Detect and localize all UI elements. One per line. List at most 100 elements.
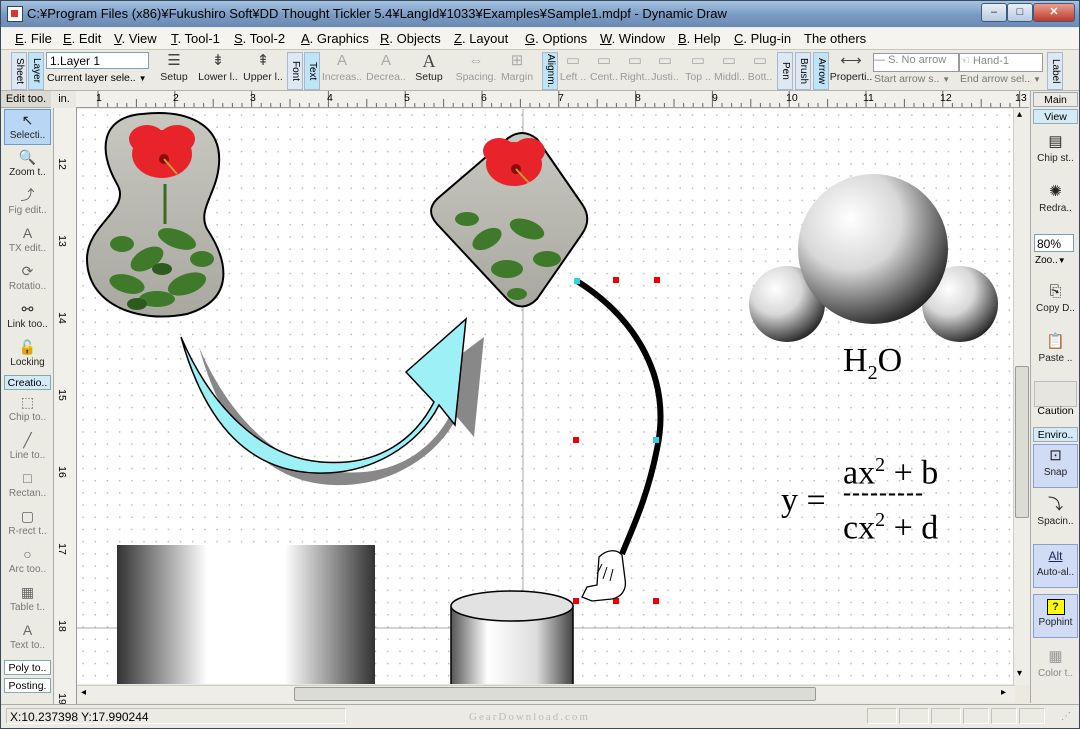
alignment-tab[interactable]: Alignm.: [542, 52, 558, 90]
text-tool[interactable]: A Text to..: [4, 620, 51, 656]
zoom-tool[interactable]: 🔍 Zoom t..: [4, 147, 51, 183]
title-bar[interactable]: C:¥Program Files (x86)¥Fukushiro Soft¥DD…: [1, 1, 1079, 27]
close-button[interactable]: ✕: [1033, 3, 1075, 22]
vertical-scroll-thumb[interactable]: [1015, 366, 1029, 518]
zoom-dropdown[interactable]: Zoo..▼: [1035, 255, 1066, 266]
start-arrow-select[interactable]: — S. No arrow: [873, 53, 959, 72]
font-tab[interactable]: Font: [287, 52, 303, 90]
selection-handle[interactable]: [653, 598, 659, 604]
layer-select[interactable]: 1.Layer 1: [46, 52, 149, 69]
brush-tab[interactable]: Brush: [795, 52, 811, 90]
scroll-right-icon[interactable]: ▸: [1001, 687, 1006, 698]
justify-button[interactable]: ▭ Justi..: [650, 51, 680, 89]
pophint-toggle[interactable]: ? Pophint: [1033, 594, 1078, 638]
text-tab[interactable]: Text: [304, 52, 320, 90]
spacing-toggle[interactable]: ⤵ Spacin..: [1033, 494, 1078, 538]
menu-graphics[interactable]: A. Graphics: [301, 31, 369, 46]
locking-tool[interactable]: 🔓 Locking: [4, 337, 51, 373]
flower-image-2[interactable]: [430, 132, 589, 308]
curved-line-shape[interactable]: [573, 277, 664, 604]
selection-handle[interactable]: [573, 598, 579, 604]
pen-tab[interactable]: Pen: [777, 52, 793, 90]
copy-drawing-button[interactable]: ⎘ Copy D..: [1033, 281, 1078, 325]
menu-help[interactable]: B. Help: [678, 31, 721, 46]
align-right-button[interactable]: ▭ Right..: [620, 51, 650, 89]
layer-tab[interactable]: Layer: [28, 52, 44, 90]
cylinder-shape[interactable]: [450, 590, 574, 684]
end-arrow-dropdown[interactable]: End arrow sel.. ▼: [960, 73, 1041, 85]
align-top-button[interactable]: ▭ Top ..: [684, 51, 712, 89]
layer-setup-button[interactable]: ☰ Setup: [155, 51, 193, 89]
label-tab[interactable]: Label: [1047, 52, 1063, 90]
decrease-font-button[interactable]: A Decrea..: [365, 51, 407, 89]
vertical-scrollbar[interactable]: ▴ ▾: [1013, 108, 1030, 685]
main-tab[interactable]: Main: [1033, 92, 1078, 107]
menu-window[interactable]: W. Window: [600, 31, 665, 46]
snap-toggle[interactable]: ⊡ Snap: [1033, 444, 1078, 488]
align-bottom-button[interactable]: ▭ Bott..: [745, 51, 775, 89]
menu-edit[interactable]: E. Edit: [63, 31, 101, 46]
table-tool[interactable]: ▦ Table t..: [4, 582, 51, 618]
upper-layer-button[interactable]: ⇞ Upper l..: [242, 51, 284, 89]
arrow-properties-button[interactable]: ⟷ Properti..: [829, 51, 873, 89]
selection-handle[interactable]: [653, 437, 659, 443]
rotation-tool[interactable]: ⟳ Rotatio..: [4, 261, 51, 297]
color-tool-button[interactable]: ▦ Color t..: [1033, 646, 1078, 690]
h2o-molecule[interactable]: [749, 174, 998, 342]
gradient-rectangle[interactable]: [117, 545, 375, 684]
scroll-left-icon[interactable]: ◂: [81, 687, 86, 698]
spacing-button[interactable]: ⇔ Spacing.: [453, 51, 499, 89]
menu-objects[interactable]: R. Objects: [380, 31, 441, 46]
horizontal-scrollbar[interactable]: ◂ ▸: [77, 685, 1015, 702]
start-arrow-dropdown[interactable]: Start arrow s.. ▼: [874, 73, 950, 85]
selection-handle[interactable]: [574, 278, 580, 284]
chip-tool[interactable]: ⬚ Chip to..: [4, 392, 51, 428]
creation-tools-header[interactable]: Creatio..: [4, 375, 51, 390]
lower-layer-button[interactable]: ⇟ Lower l..: [196, 51, 240, 89]
line-tool[interactable]: ╱ Line to..: [4, 430, 51, 466]
h2o-label[interactable]: H2O: [843, 342, 902, 385]
end-arrow-select[interactable]: ☜ Hand-1: [959, 53, 1043, 72]
arc-tool[interactable]: ○ Arc too..: [4, 544, 51, 580]
link-tool[interactable]: ⚯ Link too..: [4, 299, 51, 335]
current-layer-dropdown[interactable]: Current layer sele.. ▼: [47, 72, 147, 84]
environment-section-header[interactable]: Enviro..: [1033, 427, 1078, 442]
curved-arrow-shape[interactable]: [180, 317, 484, 486]
zoom-value-field[interactable]: 80%: [1034, 234, 1074, 252]
margin-button[interactable]: ⊞ Margin ..: [497, 51, 537, 95]
menu-file[interactable]: E. File: [15, 31, 52, 46]
scroll-down-icon[interactable]: ▾: [1017, 668, 1022, 679]
redraw-button[interactable]: ✺ Redra..: [1033, 181, 1078, 225]
selection-handle[interactable]: [573, 437, 579, 443]
auto-align-toggle[interactable]: Alt Auto-al..: [1033, 544, 1078, 588]
selection-tool[interactable]: ↖ Selecti..: [4, 109, 51, 145]
view-section-header[interactable]: View: [1033, 109, 1078, 124]
poly-tools-header[interactable]: Poly to..: [4, 660, 51, 675]
chip-stack-button[interactable]: ▤ Chip st..: [1033, 131, 1078, 175]
selection-handle[interactable]: [613, 277, 619, 283]
posting-tools-header[interactable]: Posting.: [4, 678, 51, 693]
menu-view[interactable]: V. View: [114, 31, 157, 46]
font-setup-button[interactable]: A Setup: [411, 51, 447, 89]
selection-handle[interactable]: [654, 277, 660, 283]
align-left-button[interactable]: ▭ Left ..: [559, 51, 587, 89]
resize-grip-icon[interactable]: ⋰: [1061, 711, 1071, 722]
scroll-up-icon[interactable]: ▴: [1017, 109, 1022, 120]
align-middle-button[interactable]: ▭ Middl..: [714, 51, 745, 89]
menu-options[interactable]: G. Options: [525, 31, 587, 46]
horizontal-scroll-thumb[interactable]: [294, 687, 816, 701]
rounded-rect-tool[interactable]: ▢ R-rect t..: [4, 506, 51, 542]
menu-the-others[interactable]: The others: [804, 31, 866, 46]
arrow-tab[interactable]: Arrow: [813, 52, 829, 90]
drawing-canvas[interactable]: H2O y = ax2 + b --------- cx2 + d: [77, 109, 1027, 684]
increase-font-button[interactable]: A Increas..: [321, 51, 363, 89]
formula-text[interactable]: y = ax2 + b --------- cx2 + d: [781, 454, 971, 554]
sheet-tab[interactable]: Sheet: [11, 52, 27, 90]
text-edit-tool[interactable]: A TX edit..: [4, 223, 51, 259]
minimize-button[interactable]: –: [981, 3, 1007, 22]
menu-tool-2[interactable]: S. Tool-2: [234, 31, 285, 46]
figure-edit-tool[interactable]: ⤴ Fig edit..: [4, 185, 51, 221]
flower-image-1[interactable]: [85, 112, 225, 318]
menu-plug-in[interactable]: C. Plug-in: [734, 31, 791, 46]
paste-button[interactable]: 📋 Paste ..: [1033, 331, 1078, 375]
